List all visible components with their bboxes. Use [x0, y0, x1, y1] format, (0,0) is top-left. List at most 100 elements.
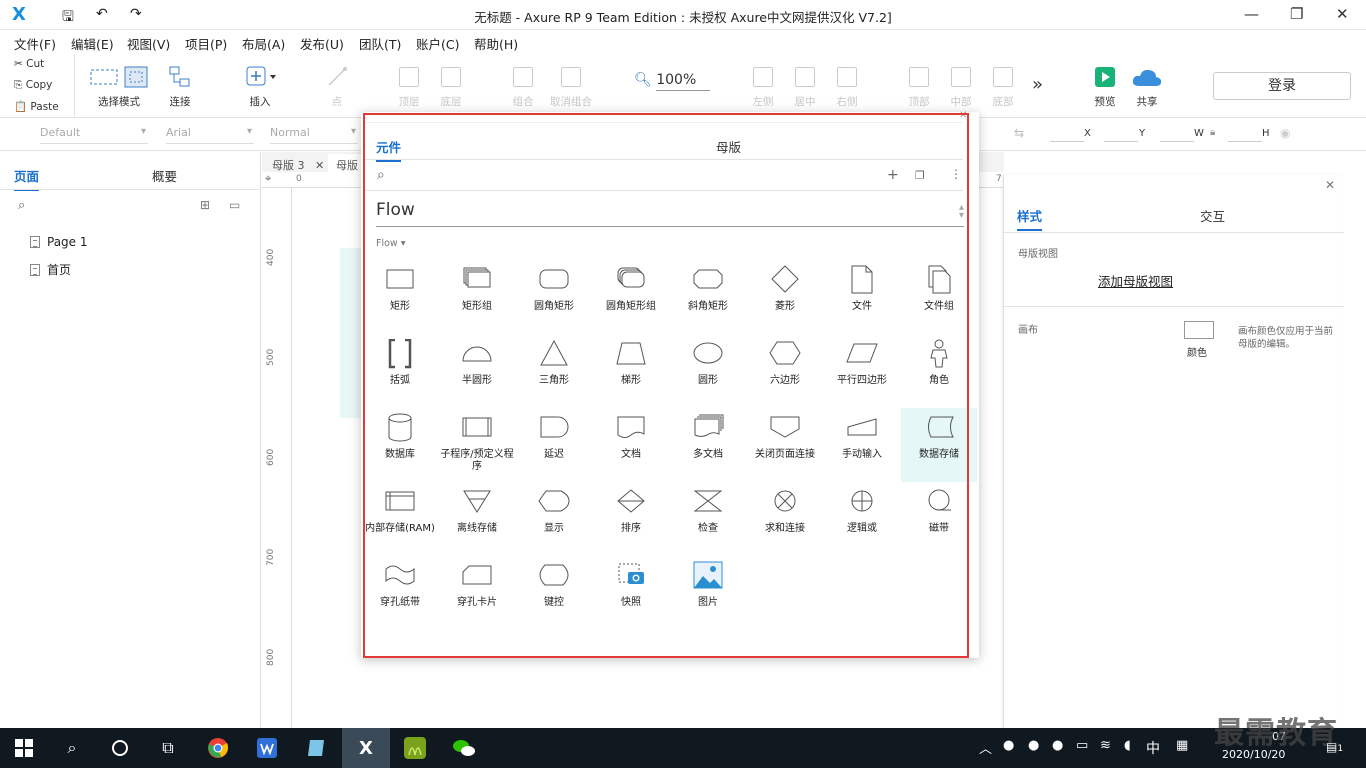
shape-rectangle-group[interactable]: 矩形组: [438, 265, 516, 313]
h-field[interactable]: [1228, 128, 1262, 142]
tab-pages[interactable]: 页面: [14, 166, 40, 191]
shape-image[interactable]: 图片: [669, 561, 747, 609]
tab-interactions[interactable]: 交互: [1200, 206, 1225, 225]
page-item-page1[interactable]: Page 1: [30, 235, 88, 249]
menu-layout[interactable]: 布局(A): [242, 34, 285, 53]
shape-semicircle[interactable]: 半圆形: [438, 339, 516, 387]
app-green-icon[interactable]: [401, 734, 429, 762]
wechat-icon[interactable]: [450, 734, 478, 762]
menu-help[interactable]: 帮助(H): [474, 34, 518, 53]
shape-tape[interactable]: 磁带: [900, 487, 978, 535]
search-icon[interactable]: ⌕: [377, 167, 385, 183]
shape-data-storage[interactable]: 数据存储: [900, 413, 978, 461]
menu-team[interactable]: 团队(T): [359, 34, 401, 53]
x-field[interactable]: [1050, 128, 1084, 142]
w-field[interactable]: [1160, 128, 1194, 142]
add-library-icon[interactable]: +: [887, 167, 899, 183]
align-right-button[interactable]: 右侧: [832, 62, 862, 109]
shape-rounded-rectangle-group[interactable]: 圆角矩形组: [592, 265, 670, 313]
shape-bevel-rectangle[interactable]: 斜角矩形: [669, 265, 747, 313]
page-item-home[interactable]: 首页: [30, 261, 71, 278]
point-button[interactable]: 点: [322, 62, 352, 109]
group-button[interactable]: 组合: [508, 62, 538, 109]
wps-icon[interactable]: [253, 734, 281, 762]
minimize-button[interactable]: —: [1244, 5, 1259, 23]
shape-parallelogram[interactable]: 平行四边形: [823, 339, 901, 387]
shape-punched-tape[interactable]: 穿孔纸带: [361, 561, 439, 609]
section-toggle[interactable]: Flow ▾: [376, 238, 405, 249]
tab-master-3[interactable]: 母版 3 ✕: [264, 154, 332, 174]
menu-project[interactable]: 项目(P): [185, 34, 227, 53]
menu-view[interactable]: 视图(V): [127, 34, 170, 53]
shape-punched-card[interactable]: 穿孔卡片: [438, 561, 516, 609]
shape-sort[interactable]: 排序: [592, 487, 670, 535]
ungroup-button[interactable]: 取消组合: [548, 62, 594, 109]
visibility-eye-icon[interactable]: ◉: [1280, 126, 1290, 140]
axure-taskbar-icon[interactable]: X: [352, 734, 380, 762]
shape-internal-storage[interactable]: 内部存储(RAM): [361, 487, 439, 535]
chrome-icon[interactable]: [204, 734, 232, 762]
login-button[interactable]: 登录: [1213, 72, 1351, 100]
tab-style[interactable]: 样式: [1017, 206, 1043, 231]
app-icon[interactable]: [302, 734, 330, 762]
align-center-button[interactable]: 居中: [790, 62, 820, 109]
shape-logical-or[interactable]: 逻辑或: [823, 487, 901, 535]
tray-qq2-icon[interactable]: ●: [1052, 738, 1063, 753]
shape-file[interactable]: 文件: [823, 265, 901, 313]
bottom-layer-button[interactable]: 底层: [436, 62, 466, 109]
shape-rounded-rectangle[interactable]: 圆角矩形: [515, 265, 593, 313]
maximize-button[interactable]: ❐: [1290, 5, 1303, 23]
library-dropdown[interactable]: Flow ▴ ▾: [376, 200, 964, 227]
close-dialog-icon[interactable]: ✕: [959, 110, 967, 121]
search-icon[interactable]: ⌕: [58, 734, 86, 762]
tab-widgets[interactable]: 元件: [376, 137, 402, 162]
close-button[interactable]: ✕: [1336, 5, 1349, 23]
menu-edit[interactable]: 编辑(E): [71, 34, 114, 53]
tab-masters[interactable]: 母版: [716, 137, 741, 156]
weight-dropdown[interactable]: Normal: [270, 126, 358, 144]
shape-hexagon[interactable]: 六边形: [746, 339, 824, 387]
add-master-view-link[interactable]: 添加母版视图: [1098, 271, 1173, 290]
align-bottom-button[interactable]: 底部: [988, 62, 1018, 109]
menu-publish[interactable]: 发布(U): [300, 34, 344, 53]
tab-outline[interactable]: 概要: [152, 166, 177, 185]
menu-file[interactable]: 文件(F): [14, 34, 56, 53]
copy-button[interactable]: ⎘ Copy: [14, 79, 52, 92]
cut-button[interactable]: ✂ Cut: [14, 58, 44, 70]
tray-expand-icon[interactable]: ︿: [979, 738, 992, 757]
shape-bracket[interactable]: 括弧: [361, 339, 439, 387]
tray-wechat-icon[interactable]: ●: [1003, 738, 1014, 753]
shape-off-page-connector[interactable]: 关闭页面连接: [746, 413, 824, 461]
shape-trapezoid[interactable]: 梯形: [592, 339, 670, 387]
paste-button[interactable]: 📋 Paste: [14, 100, 59, 113]
shape-collate[interactable]: 检查: [669, 487, 747, 535]
close-panel-icon[interactable]: ✕: [1325, 178, 1335, 192]
shape-offline-storage[interactable]: 离线存储: [438, 487, 516, 535]
align-top-button[interactable]: 顶部: [904, 62, 934, 109]
swap-icon[interactable]: ⇆: [1014, 126, 1024, 140]
ime-indicator[interactable]: 中: [1146, 738, 1160, 758]
share-button[interactable]: 共享: [1130, 62, 1164, 109]
shape-predefined-process[interactable]: 子程序/预定义程序: [438, 413, 516, 473]
style-dropdown[interactable]: Default: [40, 126, 148, 144]
menu-account[interactable]: 账户(C): [416, 34, 459, 53]
tray-keyboard-icon[interactable]: ▦: [1176, 738, 1188, 753]
shape-keying[interactable]: 键控: [515, 561, 593, 609]
shape-manual-input[interactable]: 手动输入: [823, 413, 901, 461]
tray-volume-icon[interactable]: ◖: [1124, 738, 1131, 753]
shape-file-group[interactable]: 文件组: [900, 265, 978, 313]
shape-ellipse[interactable]: 圆形: [669, 339, 747, 387]
shape-multi-document[interactable]: 多文档: [669, 413, 747, 461]
preview-button[interactable]: 预览: [1090, 62, 1120, 109]
windows-start-icon[interactable]: [10, 734, 38, 762]
notification-icon[interactable]: ▤1: [1326, 740, 1343, 754]
shape-delay[interactable]: 延迟: [515, 413, 593, 461]
search-icon[interactable]: ⌕: [18, 198, 25, 213]
shape-snapshot[interactable]: 快照: [592, 561, 670, 609]
shape-database[interactable]: 数据库: [361, 413, 439, 461]
more-options-icon[interactable]: ⋮: [950, 167, 962, 181]
add-folder-icon[interactable]: ▭: [229, 198, 240, 212]
shape-actor[interactable]: 角色: [900, 339, 978, 387]
canvas-color-swatch[interactable]: [1184, 321, 1214, 339]
more-tools-icon[interactable]: »: [1032, 74, 1043, 95]
